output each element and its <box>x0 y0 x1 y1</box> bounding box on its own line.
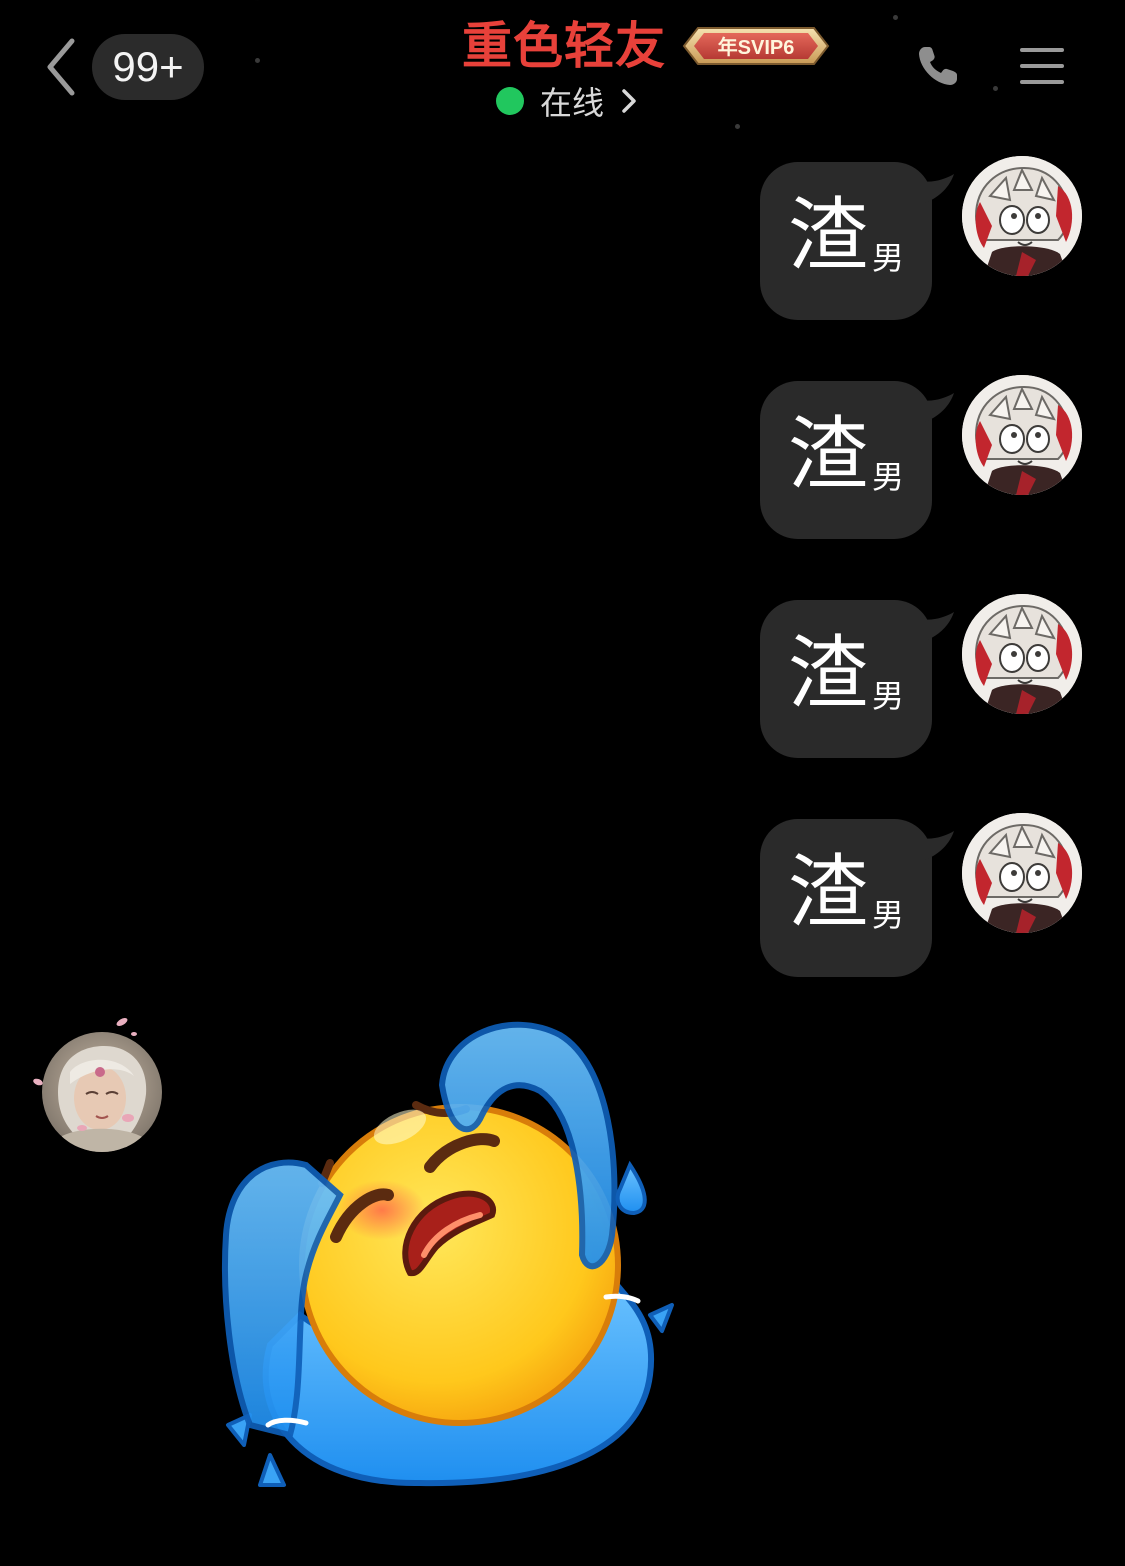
unread-count-badge: 99+ <box>92 34 204 100</box>
back-button[interactable]: 99+ <box>40 34 204 100</box>
contact-title[interactable]: 重色轻友 年SVIP6 <box>462 14 832 78</box>
message-bubble[interactable]: 渣男 <box>760 162 932 320</box>
bubble-tail <box>916 174 954 204</box>
bubble-tail <box>916 831 954 861</box>
chevron-left-icon <box>47 38 75 96</box>
self-avatar-image <box>962 375 1082 495</box>
message-suffix: 男 <box>871 458 904 496</box>
message-suffix: 男 <box>871 896 904 934</box>
message-text: 渣 <box>787 408 868 501</box>
chat-header: 99+ 重色轻友 年SVIP6 在线 <box>0 0 1125 140</box>
self-avatar-image <box>962 594 1082 714</box>
bubble-tail <box>916 393 954 423</box>
message-suffix: 男 <box>871 677 904 715</box>
svip-badge-icon: 年SVIP6 <box>682 27 830 65</box>
message-text: 渣 <box>787 189 868 282</box>
hamburger-menu-icon[interactable] <box>1018 44 1066 88</box>
avatar[interactable] <box>962 594 1082 714</box>
self-avatar-image <box>962 813 1082 933</box>
message-bubble[interactable]: 渣男 <box>760 381 932 539</box>
message-row: 渣男 <box>0 156 1125 322</box>
status-text: 在线 <box>540 84 605 122</box>
message-bubble[interactable]: 渣男 <box>760 600 932 758</box>
message-suffix: 男 <box>871 239 904 277</box>
message-row: 渣男 <box>0 813 1125 979</box>
online-dot <box>496 87 524 115</box>
avatar[interactable] <box>962 375 1082 495</box>
message-text: 渣 <box>787 627 868 720</box>
avatar[interactable] <box>962 813 1082 933</box>
phone-icon[interactable] <box>914 42 962 90</box>
self-avatar-image <box>962 156 1082 276</box>
contact-name: 重色轻友 <box>462 17 666 75</box>
petal-decoration <box>33 1018 137 1086</box>
online-status[interactable]: 在线 <box>496 78 638 124</box>
chevron-right-icon <box>622 89 636 113</box>
message-row: 渣男 <box>0 375 1125 541</box>
message-bubble[interactable]: 渣男 <box>760 819 932 977</box>
crying-emoji-sticker[interactable] <box>210 1015 680 1495</box>
bubble-tail <box>916 612 954 642</box>
message-text: 渣 <box>787 846 868 939</box>
avatar[interactable] <box>962 156 1082 276</box>
message-row: 渣男 <box>0 594 1125 760</box>
svip-badge-text: 年SVIP6 <box>718 35 795 59</box>
